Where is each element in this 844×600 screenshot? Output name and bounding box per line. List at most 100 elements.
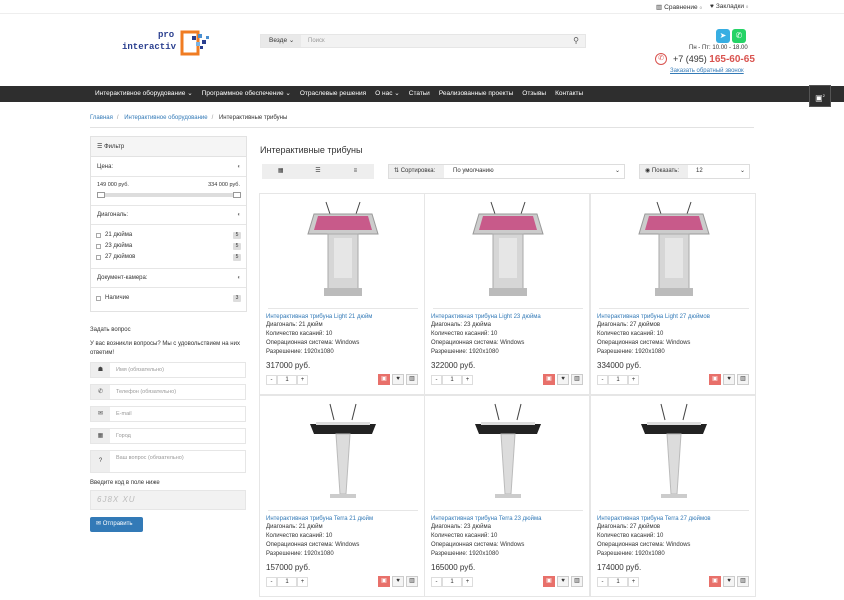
product-image[interactable] — [445, 200, 571, 300]
search-scope-dropdown[interactable]: Везде ⌄ — [261, 35, 301, 47]
product-name[interactable]: Интерактивная трибуна Light 27 дюймов — [597, 314, 710, 320]
slider-max-handle[interactable] — [233, 192, 241, 198]
compare-link[interactable]: ▥ Сравнение 0 — [656, 3, 702, 12]
compare-icon[interactable]: ▥ — [737, 374, 749, 385]
slider-min-handle[interactable] — [97, 192, 105, 198]
product-name[interactable]: Интерактивная трибуна Terra 27 дюймов — [597, 516, 711, 522]
price-toggle-icon[interactable]: ◐ — [237, 164, 241, 170]
search-input[interactable]: Поиск — [308, 38, 325, 44]
cart-button[interactable]: ▣2 — [809, 85, 831, 107]
product-name[interactable]: Интерактивная трибуна Light 21 дюйм — [266, 314, 372, 320]
checkbox — [96, 243, 101, 249]
qty-input[interactable]: 1 — [442, 577, 462, 587]
send-button[interactable]: ✉ Отправить — [90, 517, 143, 532]
logo[interactable]: pro interactiv — [118, 30, 218, 60]
show-count-select[interactable]: ◉ Показать: 12 ⌄ — [639, 164, 750, 179]
filter-option[interactable]: 23 дюйма — [96, 243, 132, 249]
compare-icon[interactable]: ▥ — [571, 374, 583, 385]
nav-item-equipment[interactable]: Интерактивное оборудование ⌄ — [95, 86, 193, 102]
qty-minus-button[interactable]: - — [597, 375, 608, 385]
telegram-icon[interactable]: ➤ — [716, 29, 730, 43]
price-slider[interactable] — [97, 192, 241, 198]
compare-icon[interactable]: ▥ — [406, 374, 418, 385]
filter-option[interactable]: 21 дюйма — [96, 232, 132, 238]
nav-item-contacts[interactable]: Контакты — [555, 86, 583, 102]
cart-icon[interactable]: ▣ — [543, 576, 555, 587]
city-field[interactable]: ▦ Город — [90, 428, 246, 444]
heart-icon[interactable]: ♥ — [392, 374, 404, 385]
product-name[interactable]: Интерактивная трибуна Terra 21 дюйм — [266, 516, 373, 522]
heart-icon[interactable]: ♥ — [723, 374, 735, 385]
whatsapp-icon[interactable]: ✆ — [732, 29, 746, 43]
product-name[interactable]: Интерактивная трибуна Light 23 дюйма — [431, 314, 541, 320]
phone-number[interactable]: +7 (495) 165-60-65 — [673, 54, 755, 65]
qty-plus-button[interactable]: + — [462, 577, 473, 587]
heart-icon[interactable]: ♥ — [723, 576, 735, 587]
product-image[interactable] — [611, 200, 737, 300]
qty-plus-button[interactable]: + — [628, 577, 639, 587]
cart-icon[interactable]: ▣ — [709, 576, 721, 587]
qty-minus-button[interactable]: - — [431, 577, 442, 587]
compare-icon[interactable]: ▥ — [571, 576, 583, 587]
cart-icon[interactable]: ▣ — [378, 374, 390, 385]
qty-plus-button[interactable]: + — [462, 375, 473, 385]
bookmarks-link[interactable]: ♥ Закладки 0 — [710, 3, 748, 10]
price-min[interactable]: 149 000 руб. — [97, 182, 129, 188]
captcha-label: Введите код в поле ниже — [90, 480, 160, 486]
compact-view-icon[interactable]: ≡ — [337, 164, 374, 179]
breadcrumb-equipment[interactable]: Интерактивное оборудование — [124, 115, 207, 121]
ask-text: У вас возникли вопросы? Мы с удовольстви… — [90, 341, 240, 356]
nav-item-about[interactable]: О нас ⌄ — [375, 86, 400, 102]
qty-input[interactable]: 1 — [277, 577, 297, 587]
price-max[interactable]: 334 000 руб. — [208, 182, 240, 188]
cart-icon[interactable]: ▣ — [543, 374, 555, 385]
breadcrumb-home[interactable]: Главная — [90, 115, 113, 121]
captcha-field[interactable]: 6J8X XU — [90, 490, 246, 510]
filter-option[interactable]: 27 дюймов — [96, 254, 135, 260]
nav-item-software[interactable]: Программное обеспечение ⌄ — [202, 86, 291, 102]
doc-camera-toggle-icon[interactable]: ◐ — [237, 275, 241, 281]
list-view-icon[interactable]: ☰ — [299, 164, 336, 179]
qty-plus-button[interactable]: + — [297, 577, 308, 587]
product-image[interactable] — [445, 402, 571, 502]
search-icon[interactable]: ⚲ — [573, 36, 579, 45]
cart-icon[interactable]: ▣ — [378, 576, 390, 587]
qty-input[interactable]: 1 — [442, 375, 462, 385]
question-field[interactable]: ? Ваш вопрос (обязательно) — [90, 450, 246, 473]
cart-icon[interactable]: ▣ — [709, 374, 721, 385]
filter-option[interactable]: Наличие — [96, 295, 129, 301]
option-count: 5 — [233, 254, 241, 261]
qty-plus-button[interactable]: + — [628, 375, 639, 385]
sort-select[interactable]: ⇅ Сортировка: По умолчанию ⌄ — [388, 164, 625, 179]
qty-input[interactable]: 1 — [608, 577, 628, 587]
compare-icon[interactable]: ▥ — [737, 576, 749, 587]
nav-item-solutions[interactable]: Отраслевые решения — [300, 86, 366, 102]
email-field[interactable]: ✉ E-mail — [90, 406, 246, 422]
product-image[interactable] — [280, 402, 406, 502]
checkbox — [96, 232, 101, 238]
qty-minus-button[interactable]: - — [431, 375, 442, 385]
nav-item-reviews[interactable]: Отзывы — [522, 86, 546, 102]
diagonal-toggle-icon[interactable]: ◐ — [237, 212, 241, 218]
heart-icon[interactable]: ♥ — [557, 374, 569, 385]
compare-icon[interactable]: ▥ — [406, 576, 418, 587]
ask-question-section: Задать вопрос У вас возникли вопросы? Мы… — [90, 327, 250, 356]
product-name[interactable]: Интерактивная трибуна Terra 23 дюйма — [431, 516, 541, 522]
heart-icon[interactable]: ♥ — [392, 576, 404, 587]
phone-field[interactable]: ✆ Телефон (обязательно) — [90, 384, 246, 400]
qty-input[interactable]: 1 — [608, 375, 628, 385]
heart-icon[interactable]: ♥ — [557, 576, 569, 587]
qty-minus-button[interactable]: - — [266, 577, 277, 587]
qty-plus-button[interactable]: + — [297, 375, 308, 385]
nav-item-articles[interactable]: Статьи — [409, 86, 430, 102]
qty-input[interactable]: 1 — [277, 375, 297, 385]
grid-view-icon[interactable]: ▦ — [262, 164, 299, 179]
name-field[interactable]: ☗ Имя (обязательно) — [90, 362, 246, 378]
callback-link[interactable]: Заказать обратный звонок — [670, 68, 744, 74]
qty-minus-button[interactable]: - — [266, 375, 277, 385]
product-image[interactable] — [280, 200, 406, 300]
product-image[interactable] — [611, 402, 737, 502]
nav-item-projects[interactable]: Реализованные проекты — [439, 86, 513, 102]
qty-minus-button[interactable]: - — [597, 577, 608, 587]
product-attr-resolution: Разрешение: 1920x1080 — [266, 551, 334, 557]
